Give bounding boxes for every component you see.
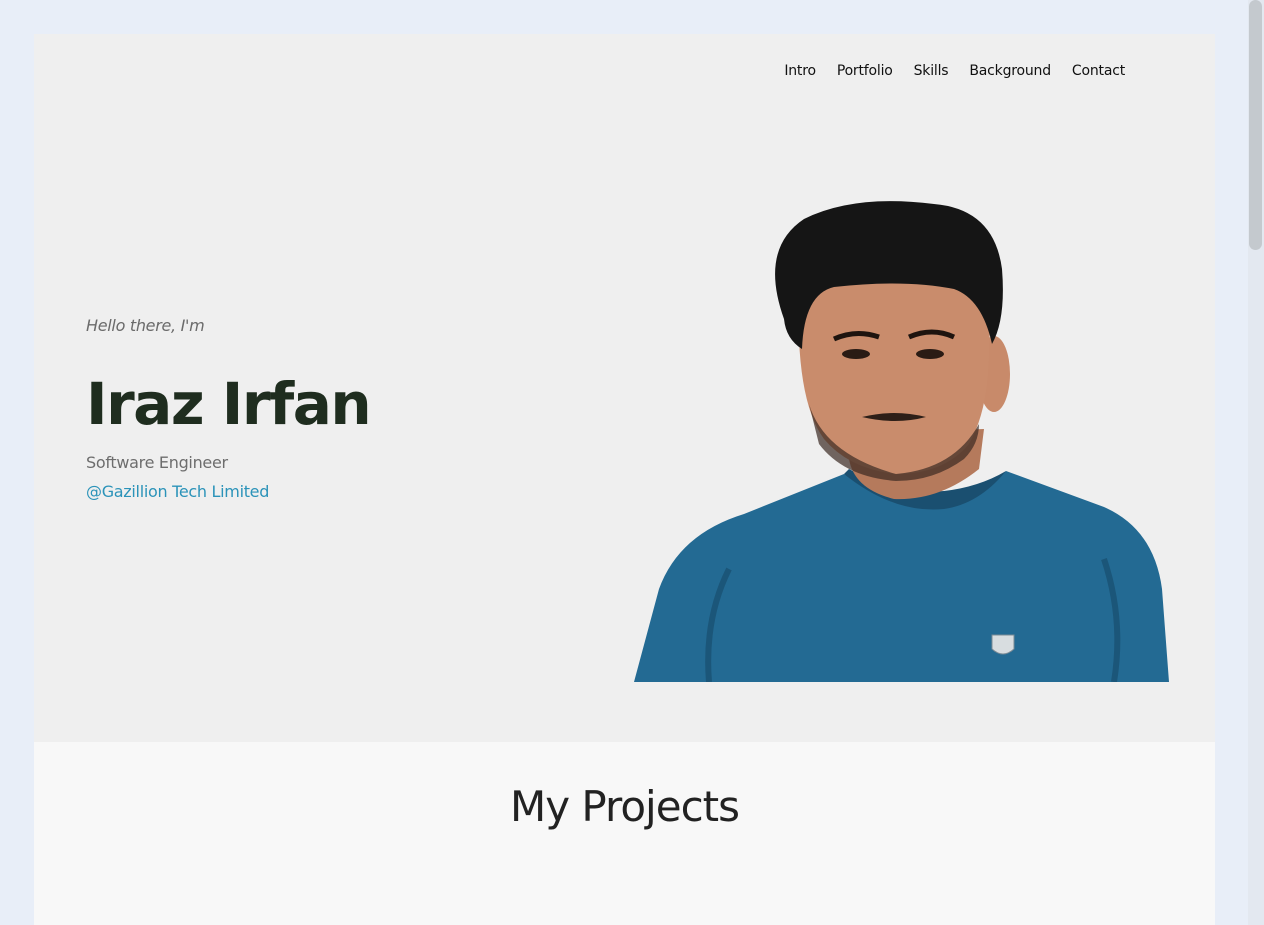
nav-portfolio[interactable]: Portfolio — [837, 63, 893, 79]
profile-photo — [634, 201, 1169, 682]
scrollbar-thumb[interactable] — [1249, 0, 1262, 250]
nav-contact[interactable]: Contact — [1072, 63, 1125, 79]
projects-title: My Projects — [509, 782, 740, 831]
page-card: Intro Portfolio Skills Background Contac… — [34, 34, 1215, 925]
nav-background[interactable]: Background — [969, 63, 1051, 79]
hero-role: Software Engineer — [86, 453, 228, 472]
projects-section: My Projects — [34, 742, 1215, 925]
company-link[interactable]: @Gazillion Tech Limited — [86, 482, 269, 501]
nav-skills[interactable]: Skills — [914, 63, 949, 79]
hero-greeting: Hello there, I'm — [86, 316, 205, 335]
top-nav: Intro Portfolio Skills Background Contac… — [784, 63, 1125, 79]
hero-name: Iraz Irfan — [86, 370, 372, 438]
nav-intro[interactable]: Intro — [784, 63, 816, 79]
page-scrollbar[interactable] — [1248, 0, 1264, 925]
